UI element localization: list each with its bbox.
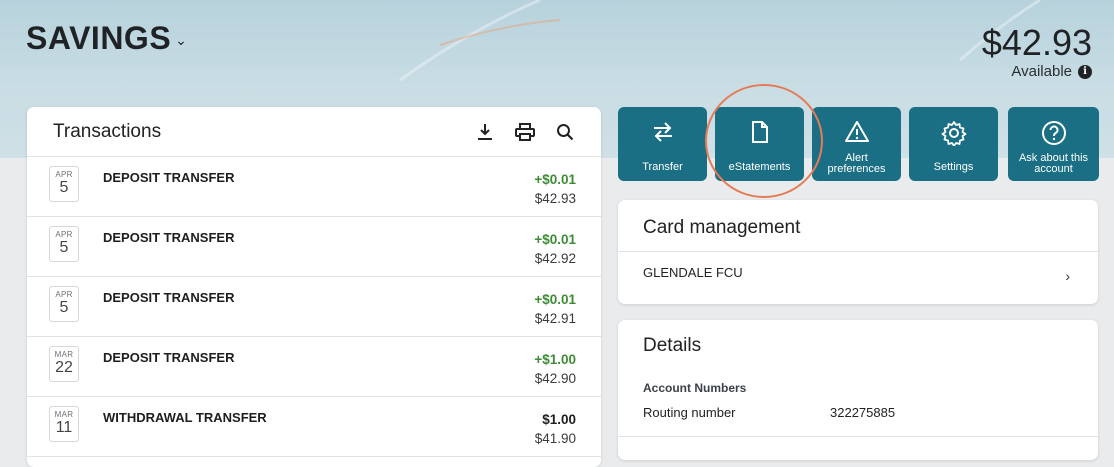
estatements-button[interactable]: eStatements (715, 107, 804, 181)
settings-button[interactable]: Settings (909, 107, 998, 181)
account-title-text: SAVINGS (26, 20, 172, 56)
available-label: Available (1011, 63, 1072, 80)
running-balance: $42.92 (534, 251, 576, 266)
transaction-description: DEPOSIT TRANSFER (103, 230, 235, 245)
date-badge: MAR 22 (49, 346, 79, 382)
transaction-amount: +$1.00 (534, 352, 576, 367)
transactions-list: APR 5 DEPOSIT TRANSFER +$0.01 $42.93 APR 5 DEPO… (27, 157, 601, 457)
date-day: 5 (59, 179, 69, 196)
info-icon[interactable]: i (1078, 64, 1092, 79)
transactions-toolbar (475, 122, 575, 142)
running-balance: $42.91 (534, 311, 576, 326)
transactions-card: Transactions APR 5 DEPOSIT TRANSFER +$0.01 $… (27, 107, 601, 467)
gear-icon (941, 121, 966, 146)
date-day: 22 (55, 359, 73, 376)
date-badge: APR 5 (49, 166, 79, 202)
card-management-title: Card management (643, 217, 801, 238)
card-management-card: Card management GLENDALE FCU › (618, 200, 1098, 304)
divider (618, 436, 1098, 437)
transaction-amount: +$0.01 (534, 232, 576, 247)
transaction-description: WITHDRAWAL TRANSFER (103, 410, 267, 425)
running-balance: $42.90 (534, 371, 576, 386)
transaction-row[interactable]: MAR 22 DEPOSIT TRANSFER +$1.00 $42.90 (27, 337, 601, 397)
date-badge: APR 5 (49, 286, 79, 322)
transfer-label: Transfer (642, 161, 683, 173)
date-day: 5 (59, 239, 69, 256)
details-title: Details (643, 335, 702, 356)
available-label-row: Available i (1011, 63, 1092, 80)
download-icon[interactable] (475, 122, 495, 142)
alert-preferences-button[interactable]: Alert preferences (812, 107, 901, 181)
ask-label-line2: account (1034, 163, 1073, 175)
print-icon[interactable] (515, 122, 535, 142)
account-numbers-label: Account Numbers (643, 381, 747, 395)
date-month: APR (55, 290, 73, 299)
date-day: 5 (59, 299, 69, 316)
chevron-down-icon: ⌄ (175, 32, 188, 48)
available-balance: $42.93 (981, 22, 1092, 63)
alert-icon (844, 121, 869, 142)
date-badge: MAR 11 (49, 406, 79, 442)
date-month: APR (55, 170, 73, 179)
routing-number-label: Routing number (643, 405, 736, 420)
transaction-amount: +$0.01 (534, 292, 576, 307)
running-balance: $41.90 (534, 431, 576, 446)
transaction-amount: $1.00 (542, 412, 576, 427)
transaction-row[interactable]: APR 5 DEPOSIT TRANSFER +$0.01 $42.91 (27, 277, 601, 337)
date-month: MAR (54, 350, 74, 359)
ask-about-account-label: Ask about this account (1019, 153, 1088, 175)
transaction-amount: +$0.01 (534, 172, 576, 187)
transaction-row[interactable]: APR 5 DEPOSIT TRANSFER +$0.01 $42.92 (27, 217, 601, 277)
date-badge: APR 5 (49, 226, 79, 262)
transaction-description: DEPOSIT TRANSFER (103, 290, 235, 305)
transaction-row[interactable]: MAR 11 WITHDRAWAL TRANSFER $1.00 $41.90 (27, 397, 601, 457)
divider (618, 251, 1098, 252)
transactions-title: Transactions (53, 120, 162, 142)
transfer-icon (653, 122, 672, 142)
question-icon (1041, 121, 1066, 145)
transaction-description: DEPOSIT TRANSFER (103, 350, 235, 365)
running-balance: $42.93 (534, 191, 576, 206)
date-day: 11 (55, 419, 73, 436)
routing-number-value: 322275885 (830, 405, 896, 420)
date-month: APR (55, 230, 73, 239)
transaction-row[interactable]: APR 5 DEPOSIT TRANSFER +$0.01 $42.93 (27, 157, 601, 217)
settings-label: Settings (933, 161, 974, 173)
account-title[interactable]: SAVINGS ⌄ (26, 20, 187, 57)
date-month: MAR (54, 410, 74, 419)
chevron-right-icon[interactable]: › (1065, 268, 1070, 284)
transfer-button[interactable]: Transfer (618, 107, 707, 181)
search-icon[interactable] (555, 122, 575, 142)
ask-about-account-button[interactable]: Ask about this account (1008, 107, 1099, 181)
alert-label-line2: preferences (827, 163, 886, 175)
estatements-label: eStatements (728, 161, 791, 173)
document-icon (751, 121, 768, 143)
details-card: Details Account Numbers Routing number 3… (618, 320, 1098, 460)
transaction-description: DEPOSIT TRANSFER (103, 170, 235, 185)
transactions-header: Transactions (27, 107, 601, 157)
alert-preferences-label: Alert preferences (827, 153, 885, 175)
card-management-item[interactable]: GLENDALE FCU (643, 265, 743, 280)
